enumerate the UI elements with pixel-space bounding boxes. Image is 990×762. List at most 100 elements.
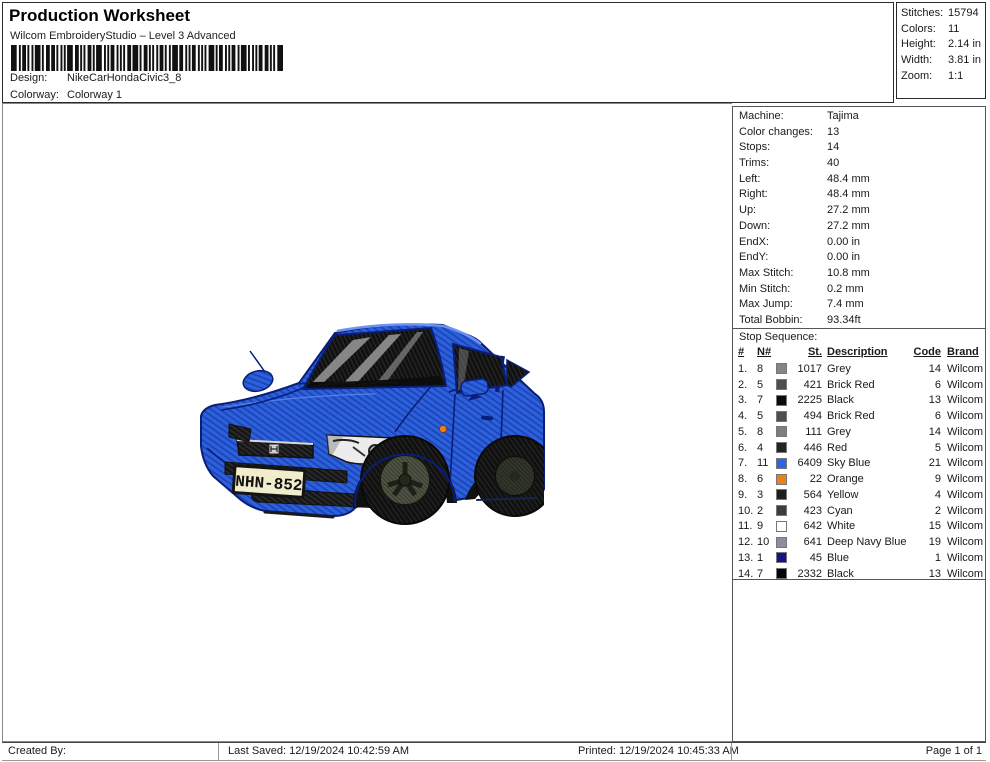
stitch-count: 641	[793, 536, 822, 548]
thread-description: Red	[822, 442, 911, 454]
machine-info-label: Down:	[739, 220, 770, 232]
stop-num: 10.	[738, 505, 757, 517]
col-st: St.	[776, 346, 822, 358]
machine-info-value: 0.00 in	[827, 236, 860, 248]
stop-sequence-row: 4.5494Brick Red6Wilcom	[733, 408, 985, 424]
machine-info-label: Left:	[739, 173, 760, 185]
thread-description: Grey	[822, 426, 911, 438]
thread-code: 14	[911, 363, 941, 375]
design-stats-box: Stitches:15794Colors:11Height: 2.14 in Wid…	[896, 2, 986, 99]
stitch-count: 111	[793, 426, 822, 438]
machine-info-label: Machine:	[739, 110, 784, 122]
stitch-count: 642	[793, 520, 822, 532]
thread-swatch	[776, 473, 793, 485]
thread-swatch	[776, 520, 793, 532]
needle-num: 3	[757, 489, 776, 501]
thread-color-swatch-icon	[776, 426, 787, 437]
machine-info-label: EndX:	[739, 236, 769, 248]
machine-info-value: 14	[827, 141, 839, 153]
far-side-mirror	[241, 368, 275, 395]
design-stat-value: 11	[948, 23, 959, 35]
thread-code: 1	[911, 552, 941, 564]
machine-info-value: 13	[827, 126, 839, 138]
stop-sequence-row: 1.81017Grey14Wilcom	[733, 361, 985, 377]
thread-brand: Wilcom	[941, 473, 985, 485]
col-brand: Brand	[941, 346, 985, 358]
thread-code: 9	[911, 473, 941, 485]
stop-num: 12.	[738, 536, 757, 548]
thread-code: 14	[911, 426, 941, 438]
thread-brand: Wilcom	[941, 505, 985, 517]
col-num: #	[738, 346, 757, 358]
col-n: N#	[757, 346, 776, 358]
design-stat-value: 2.14 in	[948, 38, 981, 50]
thread-code: 5	[911, 442, 941, 454]
design-stat-row: Height: 2.14 in	[901, 38, 985, 54]
design-row: Design:NikeCarHondaCivic3_8	[10, 72, 181, 84]
stop-sequence-row: 3.72225Black13Wilcom	[733, 393, 985, 409]
machine-info-label: Stops:	[739, 141, 770, 153]
thread-description: Deep Navy Blue	[822, 536, 911, 548]
design-stat-value: 1:1	[948, 70, 963, 82]
machine-info-value: 27.2 mm	[827, 204, 870, 216]
needle-num: 5	[757, 410, 776, 422]
thread-swatch	[776, 568, 793, 580]
thread-brand: Wilcom	[941, 442, 985, 454]
page-title: Production Worksheet	[9, 6, 190, 26]
stop-sequence-row: 12.10641Deep Navy Blue19Wilcom	[733, 534, 985, 550]
needle-num: 7	[757, 394, 776, 406]
machine-info-value: 0.00 in	[827, 251, 860, 263]
embroidered-car-design: NHN-852	[3, 104, 733, 743]
thread-color-swatch-icon	[776, 521, 787, 532]
needle-num: 8	[757, 426, 776, 438]
machine-info-label: Min Stitch:	[739, 283, 790, 295]
design-stat-label: Height:	[901, 38, 936, 50]
software-subtitle: Wilcom EmbroideryStudio – Level 3 Advanc…	[10, 30, 236, 42]
thread-brand: Wilcom	[941, 552, 985, 564]
last-saved-label: Last Saved: 12/19/2024 10:42:59 AM	[228, 745, 409, 757]
stitch-count: 446	[793, 442, 822, 454]
colorway-value: Colorway 1	[67, 89, 122, 101]
thread-code: 2	[911, 505, 941, 517]
thread-description: Black	[822, 568, 911, 580]
stop-num: 8.	[738, 473, 757, 485]
design-value: NikeCarHondaCivic3_8	[67, 72, 181, 84]
panel-divider	[733, 328, 985, 329]
thread-swatch	[776, 410, 793, 422]
stitch-count: 421	[793, 379, 822, 391]
design-stat-row: Colors:11	[901, 23, 985, 39]
design-stat-row: Stitches:15794	[901, 7, 985, 23]
thread-description: Brick Red	[822, 379, 911, 391]
machine-info-row: EndY:0.00 in	[739, 251, 985, 267]
thread-brand: Wilcom	[941, 379, 985, 391]
design-label: Design:	[10, 72, 67, 84]
machine-info-row: Color changes: 13	[739, 126, 985, 142]
thread-description: Orange	[822, 473, 911, 485]
stop-num: 11.	[738, 520, 757, 532]
needle-num: 8	[757, 363, 776, 375]
machine-info-row: Machine:Tajima	[739, 110, 985, 126]
machine-info-value: 40	[827, 157, 839, 169]
machine-panel: Machine:TajimaColor changes:13Stops:14Tr…	[732, 106, 986, 742]
design-stat-label: Width:	[901, 54, 932, 66]
stop-sequence-title: Stop Sequence:	[739, 331, 817, 343]
thread-brand: Wilcom	[941, 394, 985, 406]
thread-color-swatch-icon	[776, 363, 787, 374]
stop-sequence-row: 10.2423Cyan2Wilcom	[733, 503, 985, 519]
machine-info-row: Right:48.4 mm	[739, 188, 985, 204]
needle-num: 7	[757, 568, 776, 580]
stop-num: 13.	[738, 552, 757, 564]
stop-num: 14.	[738, 568, 757, 580]
stop-sequence-row: 2.5421Brick Red6Wilcom	[733, 377, 985, 393]
stop-num: 4.	[738, 410, 757, 422]
thread-code: 13	[911, 394, 941, 406]
needle-num: 4	[757, 442, 776, 454]
stop-num: 6.	[738, 442, 757, 454]
machine-info-label: Color changes:	[739, 126, 813, 138]
thread-brand: Wilcom	[941, 489, 985, 501]
thread-description: Yellow	[822, 489, 911, 501]
needle-num: 11	[757, 457, 776, 469]
machine-info-value: 10.8 mm	[827, 267, 870, 279]
colorway-row: Colorway:Colorway 1	[10, 89, 122, 101]
side-marker	[440, 426, 447, 433]
